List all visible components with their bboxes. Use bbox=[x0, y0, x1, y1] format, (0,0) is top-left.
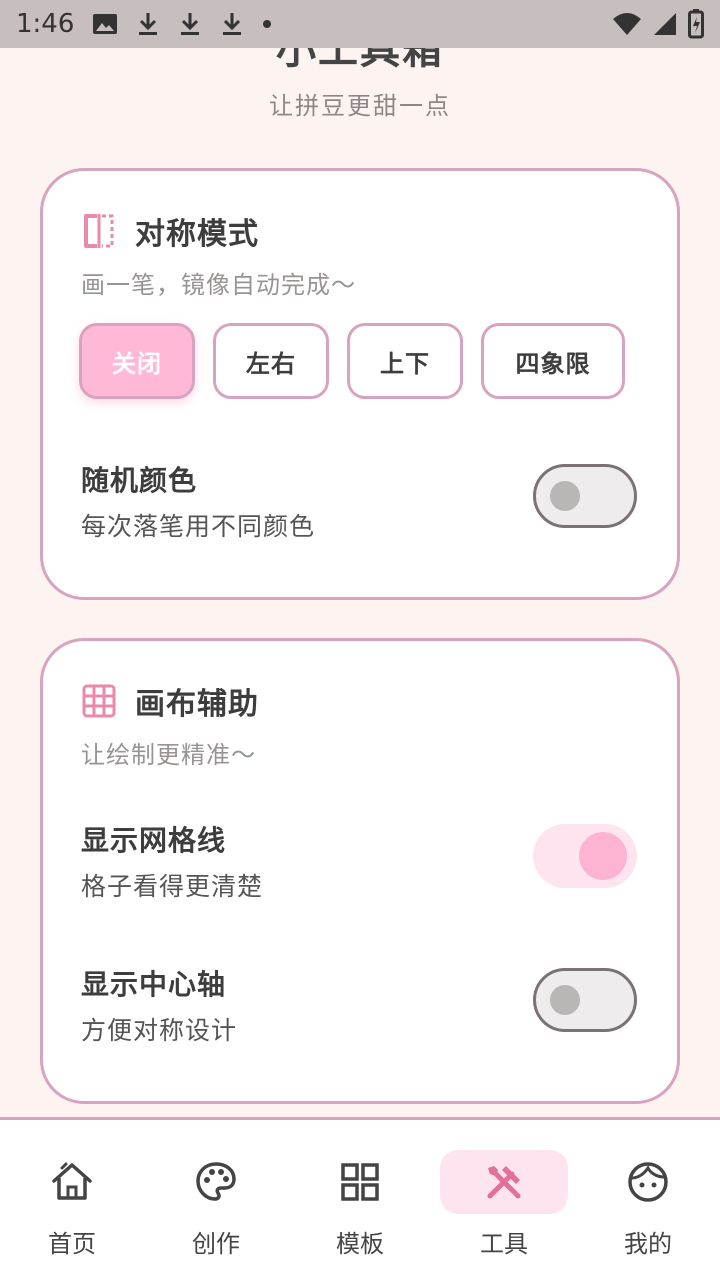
battery-icon bbox=[688, 9, 704, 39]
mode-button-up-down[interactable]: 上下 bbox=[347, 323, 463, 399]
nav-item-profile[interactable]: 我的 bbox=[576, 1120, 720, 1280]
home-icon bbox=[50, 1160, 94, 1204]
canvas-card-description: 让绘制更精准～ bbox=[81, 741, 256, 769]
bottom-navigation: 首页 创作 模板 工具 我的 bbox=[0, 1117, 720, 1280]
symmetry-mode-selector: 关闭 左右 上下 四象限 bbox=[79, 323, 625, 399]
palette-icon bbox=[194, 1160, 238, 1204]
nav-item-tools[interactable]: 工具 bbox=[432, 1120, 576, 1280]
nav-label-create: 创作 bbox=[192, 1230, 240, 1258]
symmetry-card: 对称模式 画一笔，镜像自动完成～ 关闭 左右 上下 四象限 随机颜色 每次落笔用… bbox=[40, 168, 680, 600]
image-icon bbox=[92, 12, 118, 36]
nav-item-home[interactable]: 首页 bbox=[0, 1120, 144, 1280]
signal-icon bbox=[652, 11, 678, 37]
nav-label-templates: 模板 bbox=[336, 1230, 384, 1258]
status-time: 1:46 bbox=[16, 9, 75, 39]
mode-button-left-right[interactable]: 左右 bbox=[213, 323, 329, 399]
status-bar: 1:46 bbox=[0, 0, 720, 48]
toggle-knob bbox=[550, 985, 580, 1015]
download-icon bbox=[136, 11, 160, 37]
face-icon bbox=[626, 1160, 670, 1204]
nav-label-tools: 工具 bbox=[480, 1230, 528, 1258]
download-icon bbox=[178, 11, 202, 37]
dot-icon bbox=[262, 19, 272, 29]
symmetry-icon bbox=[81, 213, 117, 249]
symmetry-card-title: 对称模式 bbox=[135, 217, 259, 252]
nav-item-create[interactable]: 创作 bbox=[144, 1120, 288, 1280]
download-icon bbox=[220, 11, 244, 37]
nav-label-profile: 我的 bbox=[624, 1230, 672, 1258]
nav-item-templates[interactable]: 模板 bbox=[288, 1120, 432, 1280]
wifi-icon bbox=[612, 12, 642, 36]
show-axis-toggle[interactable] bbox=[533, 968, 637, 1032]
template-icon bbox=[338, 1160, 382, 1204]
mode-button-off[interactable]: 关闭 bbox=[79, 323, 195, 399]
toggle-knob bbox=[579, 832, 627, 880]
symmetry-card-description: 画一笔，镜像自动完成～ bbox=[81, 271, 356, 299]
tools-icon bbox=[482, 1160, 526, 1204]
show-grid-toggle[interactable] bbox=[533, 824, 637, 888]
grid-icon bbox=[81, 683, 117, 719]
random-color-toggle[interactable] bbox=[533, 464, 637, 528]
toggle-knob bbox=[550, 481, 580, 511]
mode-button-quadrant[interactable]: 四象限 bbox=[481, 323, 625, 399]
canvas-assist-card: 画布辅助 让绘制更精准～ 显示网格线 格子看得更清楚 显示中心轴 方便对称设计 bbox=[40, 638, 680, 1104]
canvas-card-title: 画布辅助 bbox=[135, 687, 259, 722]
page-subtitle: 让拼豆更甜一点 bbox=[269, 92, 451, 120]
nav-label-home: 首页 bbox=[48, 1230, 96, 1258]
